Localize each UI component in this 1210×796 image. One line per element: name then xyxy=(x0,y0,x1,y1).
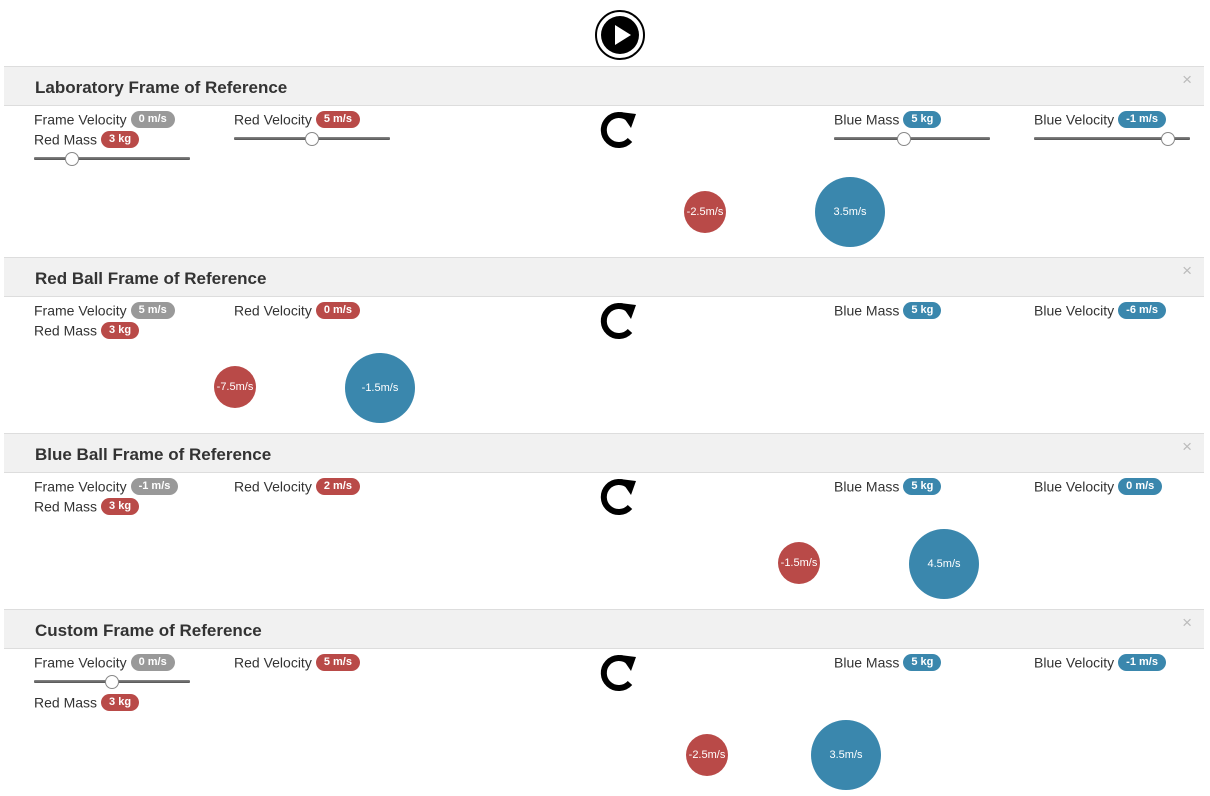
red-mass-badge: 3 kg xyxy=(101,693,140,711)
close-icon[interactable]: × xyxy=(1182,437,1192,457)
red-velocity-label: Red Velocity xyxy=(234,478,312,495)
red-mass-label: Red Mass xyxy=(34,322,98,339)
blue-mass-control: Blue Mass 5 kg xyxy=(834,653,942,671)
red-velocity-control: Red Velocity 2 m/s xyxy=(234,477,360,495)
close-icon[interactable]: × xyxy=(1182,70,1192,90)
close-icon[interactable]: × xyxy=(1182,613,1192,633)
panel-header: Custom Frame of Reference × xyxy=(4,609,1204,649)
blue-velocity-badge: -1 m/s xyxy=(1118,653,1166,671)
panel-header: Red Ball Frame of Reference × xyxy=(4,257,1204,297)
red-velocity-slider[interactable] xyxy=(234,132,390,146)
blue-mass-badge: 5 kg xyxy=(903,653,942,671)
play-button[interactable] xyxy=(595,10,645,60)
frame-velocity-label: Frame Velocity xyxy=(34,654,127,671)
blue-ball: -1.5m/s xyxy=(345,353,415,423)
red-mass-label: Red Mass xyxy=(34,498,98,515)
frame-velocity-badge: 5 m/s xyxy=(130,301,175,319)
reset-icon[interactable] xyxy=(594,473,642,521)
blue-velocity-slider[interactable] xyxy=(1034,132,1190,146)
blue-mass-label: Blue Mass xyxy=(834,478,900,495)
red-velocity-badge: 5 m/s xyxy=(315,110,360,128)
red-velocity-label: Red Velocity xyxy=(234,302,312,319)
red-mass-label: Red Mass xyxy=(34,131,98,148)
red-mass-badge: 3 kg xyxy=(101,497,140,515)
red-velocity-badge: 0 m/s xyxy=(315,301,360,319)
play-circle-icon xyxy=(601,16,639,54)
frame-velocity-label: Frame Velocity xyxy=(34,302,127,319)
close-icon[interactable]: × xyxy=(1182,261,1192,281)
red-mass-slider[interactable] xyxy=(34,152,190,166)
blue-velocity-control: Blue Velocity -1 m/s xyxy=(1034,110,1166,128)
slider-handle[interactable] xyxy=(65,152,79,166)
red-velocity-control: Red Velocity 5 m/s xyxy=(234,653,360,671)
blue-mass-label: Blue Mass xyxy=(834,111,900,128)
red-velocity-control: Red Velocity 0 m/s xyxy=(234,301,360,319)
blue-mass-badge: 5 kg xyxy=(903,477,942,495)
red-ball: -7.5m/s xyxy=(214,366,256,408)
blue-mass-control: Blue Mass 5 kg xyxy=(834,110,942,128)
blue-mass-slider[interactable] xyxy=(834,132,990,146)
frame-velocity-control: Frame Velocity 0 m/s xyxy=(34,110,175,128)
frame-velocity-control: Frame Velocity -1 m/s xyxy=(34,477,179,495)
red-velocity-control: Red Velocity 5 m/s xyxy=(234,110,360,128)
panel-title: Blue Ball Frame of Reference xyxy=(35,445,272,464)
frame-velocity-badge: -1 m/s xyxy=(130,477,179,495)
blue-mass-label: Blue Mass xyxy=(834,654,900,671)
reset-icon[interactable] xyxy=(594,106,642,154)
blue-velocity-control: Blue Velocity -1 m/s xyxy=(1034,653,1166,671)
blue-velocity-label: Blue Velocity xyxy=(1034,478,1115,495)
red-mass-control: Red Mass 3 kg xyxy=(34,497,140,515)
frame-velocity-label: Frame Velocity xyxy=(34,111,127,128)
panel-header: Laboratory Frame of Reference × xyxy=(4,66,1204,106)
blue-velocity-control: Blue Velocity 0 m/s xyxy=(1034,477,1163,495)
red-ball: -2.5m/s xyxy=(686,734,728,776)
frame-velocity-slider[interactable] xyxy=(34,675,190,689)
slider-handle[interactable] xyxy=(105,675,119,689)
blue-velocity-badge: 0 m/s xyxy=(1118,477,1163,495)
frame-velocity-control: Frame Velocity 5 m/s xyxy=(34,301,175,319)
blue-velocity-label: Blue Velocity xyxy=(1034,111,1115,128)
blue-mass-control: Blue Mass 5 kg xyxy=(834,301,942,319)
panel-title: Laboratory Frame of Reference xyxy=(35,78,288,97)
reset-icon[interactable] xyxy=(594,297,642,345)
blue-mass-label: Blue Mass xyxy=(834,302,900,319)
reset-icon[interactable] xyxy=(594,649,642,697)
red-ball: -2.5m/s xyxy=(684,191,726,233)
red-velocity-badge: 2 m/s xyxy=(315,477,360,495)
panel-title: Red Ball Frame of Reference xyxy=(35,269,267,288)
red-mass-control: Red Mass 3 kg xyxy=(34,130,140,148)
blue-ball: 3.5m/s xyxy=(811,720,881,790)
panel-header: Blue Ball Frame of Reference × xyxy=(4,433,1204,473)
frame-velocity-label: Frame Velocity xyxy=(34,478,127,495)
frame-velocity-badge: 0 m/s xyxy=(130,110,175,128)
blue-velocity-control: Blue Velocity -6 m/s xyxy=(1034,301,1166,319)
slider-handle[interactable] xyxy=(305,132,319,146)
red-velocity-badge: 5 m/s xyxy=(315,653,360,671)
slider-handle[interactable] xyxy=(1161,132,1175,146)
red-mass-control: Red Mass 3 kg xyxy=(34,693,140,711)
slider-handle[interactable] xyxy=(897,132,911,146)
frame-velocity-control: Frame Velocity 0 m/s xyxy=(34,653,175,671)
blue-mass-control: Blue Mass 5 kg xyxy=(834,477,942,495)
blue-velocity-badge: -1 m/s xyxy=(1118,110,1166,128)
red-ball: -1.5m/s xyxy=(778,542,820,584)
panel-title: Custom Frame of Reference xyxy=(35,621,262,640)
red-velocity-label: Red Velocity xyxy=(234,654,312,671)
blue-velocity-label: Blue Velocity xyxy=(1034,302,1115,319)
red-mass-label: Red Mass xyxy=(34,694,98,711)
red-mass-badge: 3 kg xyxy=(101,321,140,339)
blue-velocity-badge: -6 m/s xyxy=(1118,301,1166,319)
blue-mass-badge: 5 kg xyxy=(903,301,942,319)
blue-mass-badge: 5 kg xyxy=(903,110,942,128)
blue-velocity-label: Blue Velocity xyxy=(1034,654,1115,671)
blue-ball: 4.5m/s xyxy=(909,529,979,599)
frame-velocity-badge: 0 m/s xyxy=(130,653,175,671)
red-mass-badge: 3 kg xyxy=(101,130,140,148)
blue-ball: 3.5m/s xyxy=(815,177,885,247)
red-velocity-label: Red Velocity xyxy=(234,111,312,128)
red-mass-control: Red Mass 3 kg xyxy=(34,321,140,339)
